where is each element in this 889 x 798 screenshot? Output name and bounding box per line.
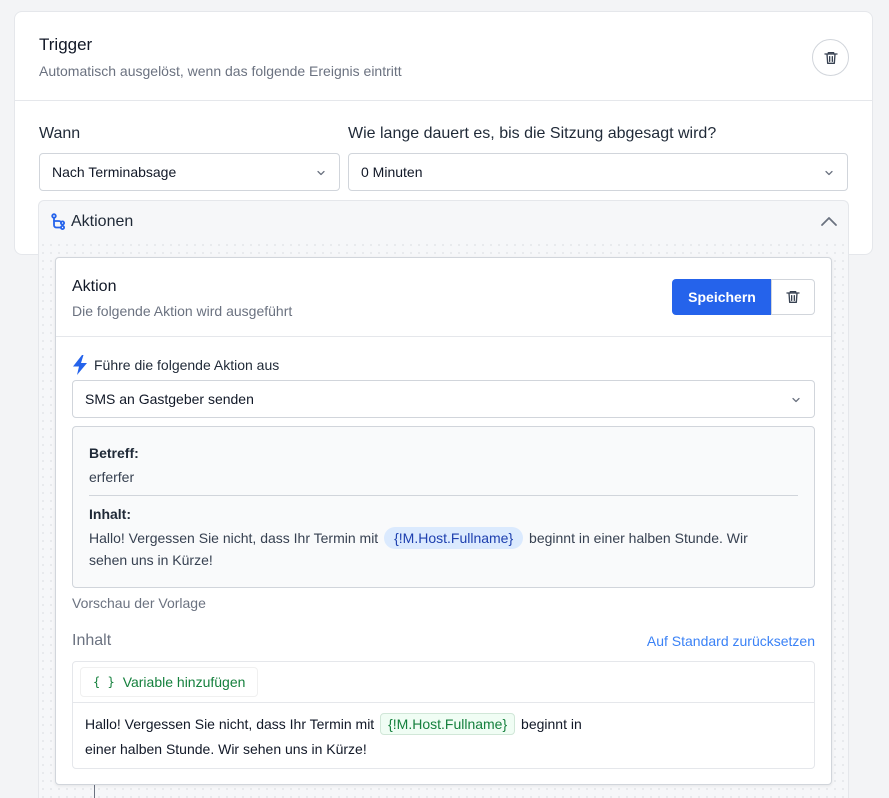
preview-body: Hallo! Vergessen Sie nicht, dass Ihr Ter…: [89, 527, 789, 571]
trigger-title: Trigger: [39, 35, 93, 54]
chevron-down-icon: [825, 170, 833, 176]
preview-divider: [89, 495, 798, 496]
exec-label: Führe die folgende Aktion aus: [72, 355, 279, 375]
trash-icon: [823, 51, 838, 64]
action-type-select[interactable]: SMS an Gastgeber senden: [72, 380, 815, 418]
action-subtitle: Die folgende Aktion wird ausgeführt: [72, 303, 293, 319]
trash-icon: [786, 291, 800, 303]
action-type-value: SMS an Gastgeber senden: [85, 391, 254, 407]
variable-chip: {!M.Host.Fullname}: [384, 527, 524, 549]
delete-action-button[interactable]: [771, 279, 815, 315]
chevron-up-icon[interactable]: [820, 215, 838, 227]
template-preview: Betreff: erferfer Inhalt: Hallo! Vergess…: [72, 426, 815, 588]
reset-to-default-link[interactable]: Auf Standard zurücksetzen: [647, 633, 815, 649]
exec-label-text: Führe die folgende Aktion aus: [94, 357, 280, 373]
trigger-subtitle: Automatisch ausgelöst, wenn das folgende…: [39, 63, 402, 79]
subject-label: Betreff:: [89, 445, 139, 461]
editor-line1-start: Hallo! Vergessen Sie nicht, dass Ihr Ter…: [85, 716, 375, 732]
flow-connector: [94, 784, 95, 798]
variable-token[interactable]: {!M.Host.Fullname}: [380, 713, 516, 735]
editor-line1-end: beginnt in: [521, 716, 582, 732]
editor-toolbar: { } Variable hinzufügen: [73, 662, 814, 703]
save-button[interactable]: Speichern: [672, 279, 772, 315]
braces-icon: { }: [93, 675, 115, 689]
duration-select-value: 0 Minuten: [361, 164, 423, 180]
trigger-header: Trigger Automatisch ausgelöst, wenn das …: [15, 12, 872, 101]
action-card: Aktion Die folgende Aktion wird ausgefüh…: [55, 257, 832, 785]
lightning-icon: [73, 355, 87, 375]
editor-line2: einer halben Stunde. Wir sehen uns in Kü…: [85, 741, 367, 757]
action-title: Aktion: [72, 278, 117, 295]
chevron-down-icon: [317, 170, 325, 176]
when-select[interactable]: Nach Terminabsage: [39, 153, 340, 191]
preview-body-start: Hallo! Vergessen Sie nicht, dass Ihr Ter…: [89, 530, 379, 546]
add-variable-button[interactable]: { } Variable hinzufügen: [80, 667, 259, 697]
add-variable-label: Variable hinzufügen: [122, 674, 246, 690]
delete-trigger-button[interactable]: [812, 39, 849, 76]
action-header: Aktion Die folgende Aktion wird ausgefüh…: [56, 258, 831, 337]
content-section-label: Inhalt: [72, 632, 112, 649]
duration-select[interactable]: 0 Minuten: [348, 153, 848, 191]
actions-title: Aktionen: [71, 213, 134, 230]
chevron-down-icon: [792, 397, 800, 403]
preview-caption: Vorschau der Vorlage: [72, 595, 206, 611]
duration-label: Wie lange dauert es, bis die Sitzung abg…: [348, 125, 717, 142]
subject-value: erferfer: [89, 469, 135, 485]
editor-text[interactable]: Hallo! Vergessen Sie nicht, dass Ihr Ter…: [85, 712, 625, 762]
content-label: Inhalt:: [89, 506, 131, 522]
when-label: Wann: [39, 125, 81, 142]
actions-header[interactable]: Aktionen: [39, 201, 848, 241]
content-editor[interactable]: { } Variable hinzufügen Hallo! Vergessen…: [72, 661, 815, 769]
branch-icon: [51, 213, 65, 230]
when-select-value: Nach Terminabsage: [52, 164, 177, 180]
